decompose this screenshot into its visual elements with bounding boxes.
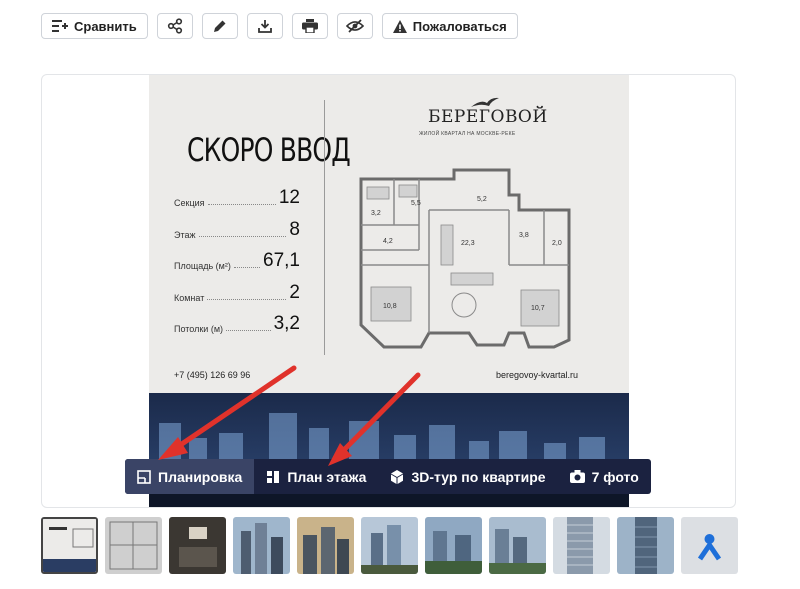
- compare-label: Сравнить: [74, 18, 137, 34]
- camera-icon: [569, 470, 585, 483]
- room-area: 4,2: [383, 238, 393, 245]
- poster-divider: [324, 100, 325, 355]
- edit-button[interactable]: [201, 13, 238, 39]
- thumbnail-3d-tour[interactable]: [681, 517, 738, 574]
- thumbnail[interactable]: [41, 517, 98, 574]
- tab-label: 7 фото: [591, 468, 639, 485]
- room-area: 2,0: [552, 240, 562, 247]
- thumbnail[interactable]: [297, 517, 354, 574]
- cube-icon: [391, 469, 404, 484]
- compare-button[interactable]: Сравнить: [41, 13, 148, 39]
- thumbnail[interactable]: [361, 517, 418, 574]
- spec-value: 67,1: [263, 250, 300, 271]
- complain-label: Пожаловаться: [412, 18, 507, 34]
- tab-label: Планировка: [158, 468, 243, 485]
- pencil-icon: [213, 20, 226, 32]
- spec-row: Секция 12: [174, 180, 300, 209]
- poster-phone: +7 (495) 126 69 96: [174, 370, 251, 380]
- spec-label: Площадь (м²): [174, 261, 231, 271]
- eye-off-icon: [345, 19, 364, 33]
- tab-floorplan[interactable]: Планировка: [125, 459, 255, 494]
- room-area: 10,8: [383, 303, 397, 310]
- printer-icon: [301, 19, 318, 33]
- compare-list-icon: [52, 20, 68, 32]
- thumbnail[interactable]: [489, 517, 546, 574]
- floorplan-icon: [137, 469, 151, 484]
- room-area: 10,7: [531, 305, 545, 312]
- print-button[interactable]: [291, 13, 328, 39]
- spec-value: 8: [289, 219, 300, 240]
- photo-gallery[interactable]: СКОРО ВВОД Секция 12 Этаж 8 Площадь (м²)…: [41, 74, 736, 508]
- spec-row: Площадь (м²) 67,1: [174, 243, 300, 272]
- spec-value: 3,2: [273, 313, 300, 334]
- share-icon: [167, 18, 182, 34]
- spec-label: Этаж: [174, 230, 196, 240]
- room-area: 22,3: [461, 240, 475, 247]
- apartment-floorplan: 5,5 5,2 3,2 4,2 22,3 3,8 2,0 10,8 10,7: [359, 168, 571, 349]
- spec-row: Комнат 2: [174, 275, 300, 304]
- thumbnail-strip: [41, 517, 738, 574]
- brand-subtitle: ЖИЛОЙ КВАРТАЛ НА МОСКВЕ-РЕКЕ: [419, 131, 516, 137]
- room-area: 5,2: [477, 196, 487, 203]
- download-button[interactable]: [246, 13, 283, 39]
- room-area: 5,5: [411, 200, 421, 207]
- room-area: 3,8: [519, 232, 529, 239]
- thumbnail[interactable]: [105, 517, 162, 574]
- hide-button[interactable]: [336, 13, 373, 39]
- share-button[interactable]: [156, 13, 193, 39]
- thumbnail[interactable]: [617, 517, 674, 574]
- tab-photos[interactable]: 7 фото: [558, 459, 651, 494]
- thumbnail[interactable]: [233, 517, 290, 574]
- tab-floor-plan[interactable]: План этажа: [254, 459, 378, 494]
- view-tabs: Планировка План этажа 3D-тур по квартире…: [125, 459, 651, 494]
- tab-3d-tour[interactable]: 3D-тур по квартире: [378, 459, 557, 494]
- thumbnail[interactable]: [169, 517, 226, 574]
- floor-plan-icon: [267, 470, 280, 483]
- warning-icon: [392, 19, 407, 33]
- spec-value: 2: [289, 282, 300, 303]
- room-area: 3,2: [371, 210, 381, 217]
- complain-button[interactable]: Пожаловаться: [381, 13, 518, 39]
- spec-row: Потолки (м) 3,2: [174, 306, 300, 335]
- tab-label: 3D-тур по квартире: [411, 468, 546, 485]
- poster-headline: СКОРО ВВОД: [187, 131, 351, 169]
- spec-label: Комнат: [174, 293, 205, 303]
- floorplan-image[interactable]: СКОРО ВВОД Секция 12 Этаж 8 Площадь (м²)…: [149, 75, 629, 507]
- tab-label: План этажа: [287, 468, 367, 485]
- spec-label: Потолки (м): [174, 324, 224, 334]
- spacer: [702, 475, 703, 476]
- thumbnail[interactable]: [425, 517, 482, 574]
- spec-value: 12: [278, 187, 300, 208]
- toolbar: Сравнить Пожаловаться: [41, 13, 518, 41]
- brand-logo: БЕРЕГОВОЙ: [428, 107, 548, 127]
- spec-label: Секция: [174, 198, 205, 208]
- spec-row: Этаж 8: [174, 212, 300, 241]
- download-icon: [257, 20, 272, 33]
- poster-website: beregovoy-kvartal.ru: [496, 370, 579, 380]
- thumbnail[interactable]: [553, 517, 610, 574]
